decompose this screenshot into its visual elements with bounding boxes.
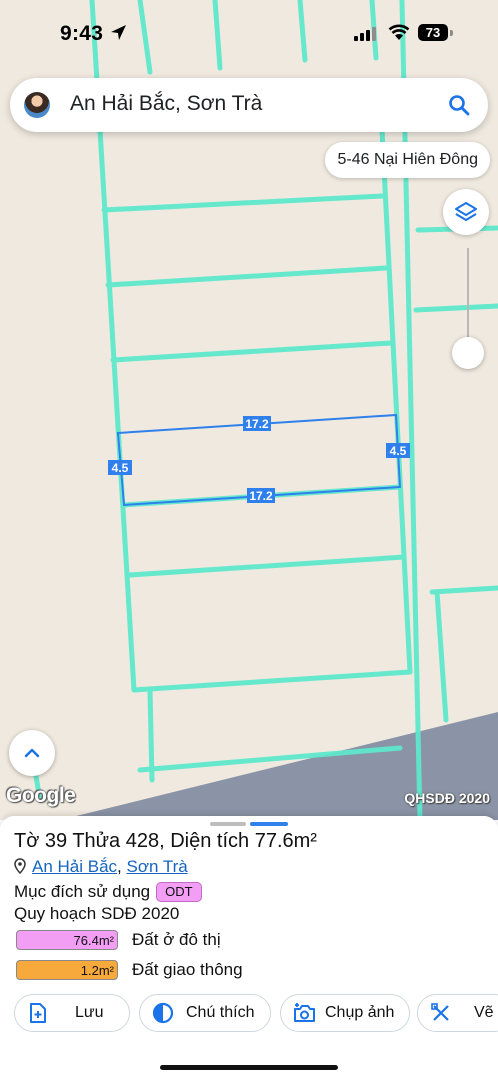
parcel-edge-bottom-label: 17.2: [249, 489, 273, 503]
district-link[interactable]: Sơn Trà: [127, 857, 188, 876]
sheet-handle-active[interactable]: [250, 822, 288, 826]
location-arrow-icon: [111, 25, 126, 40]
capture-label: Chụp ảnh: [325, 1004, 395, 1021]
parcel-info-sheet: Tờ 39 Thửa 428, Diện tích 77.6m² An Hải …: [0, 816, 498, 1080]
save-button[interactable]: Lưu: [14, 994, 130, 1032]
opacity-slider-track[interactable]: [467, 248, 469, 348]
legend-label-residential: Đất ở đô thị: [132, 930, 221, 949]
address-separator: ,: [117, 857, 127, 876]
parcel-address: An Hải Bắc, Sơn Trà: [14, 857, 188, 877]
map-view[interactable]: 17.2 17.2 4.5 4.5 9:43 73 An Hải Bắc, Sơ…: [0, 0, 498, 820]
status-time: 9:43: [60, 22, 104, 45]
add-photo-icon: [294, 1003, 315, 1022]
purpose-code-badge: ODT: [156, 882, 202, 902]
legend-area-residential: 76.4m²: [16, 930, 118, 950]
chevron-up-icon: [24, 748, 40, 758]
layers-button[interactable]: [443, 189, 489, 235]
layer-attribution: QHSDĐ 2020: [404, 790, 490, 806]
sheet-handle[interactable]: [210, 822, 246, 826]
search-bar[interactable]: An Hải Bắc, Sơn Trà: [10, 78, 488, 132]
land-use-purpose: Mục đích sử dụng ODT: [14, 882, 202, 902]
ward-link[interactable]: An Hải Bắc: [32, 857, 117, 876]
legend-button-label: Chú thích: [186, 1004, 255, 1021]
location-pin-icon: [14, 858, 26, 874]
opacity-slider-thumb[interactable]: [452, 337, 484, 369]
google-logo: Google: [6, 784, 76, 807]
home-indicator[interactable]: [160, 1065, 338, 1070]
cellular-signal-icon: [354, 27, 376, 41]
parcel-title: Tờ 39 Thửa 428, Diện tích 77.6m²: [14, 830, 317, 852]
layers-icon: [455, 202, 477, 221]
avatar[interactable]: [24, 92, 50, 118]
search-query[interactable]: An Hải Bắc, Sơn Trà: [70, 92, 262, 116]
legend-area-transport: 1.2m²: [16, 960, 118, 980]
status-bar: 9:43 73: [0, 0, 498, 66]
parcel-edge-top-label: 17.2: [245, 417, 269, 431]
battery-indicator: 73: [418, 24, 448, 41]
plan-title: Quy hoạch SDĐ 2020: [14, 904, 180, 923]
battery-cap: [450, 30, 453, 36]
capture-button[interactable]: Chụp ảnh: [280, 994, 410, 1032]
half-circle-icon: [152, 1002, 174, 1024]
parcel-edge-left-label: 4.5: [112, 461, 129, 475]
draw-button[interactable]: Vẽ: [417, 994, 498, 1032]
add-file-icon: [30, 1003, 46, 1023]
parcel-edge-right-label: 4.5: [390, 444, 407, 458]
wifi-icon: [388, 24, 410, 40]
purpose-label: Mục đích sử dụng: [14, 882, 151, 901]
action-bar: Lưu Chú thích Chụp ảnh Vẽ: [0, 994, 498, 1034]
search-icon[interactable]: [448, 94, 470, 116]
legend-button[interactable]: Chú thích: [139, 994, 271, 1032]
draw-label: Vẽ: [474, 1004, 494, 1021]
draw-icon: [431, 1003, 449, 1021]
expand-up-button[interactable]: [9, 730, 55, 776]
save-label: Lưu: [75, 1004, 104, 1021]
street-name-chip[interactable]: 5-46 Nại Hiên Đông: [325, 142, 490, 178]
legend-label-transport: Đất giao thông: [132, 960, 243, 979]
